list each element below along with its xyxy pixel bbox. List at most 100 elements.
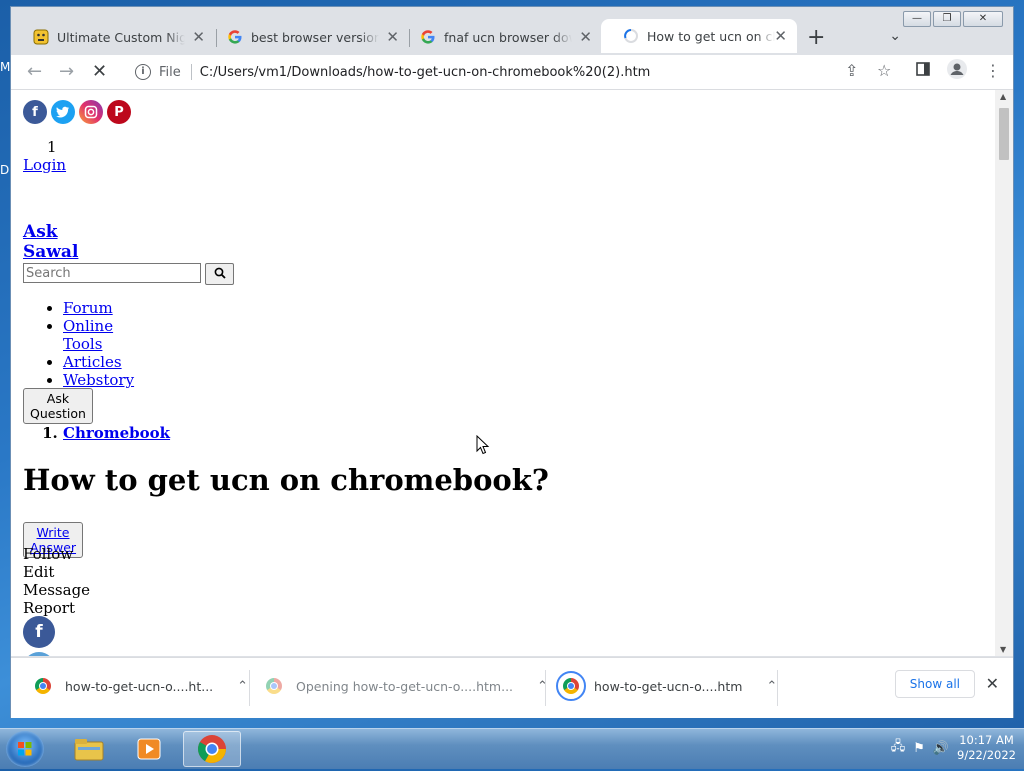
tab-search-chevron-icon[interactable]: ⌄ (889, 28, 901, 44)
download-progress-ring (556, 671, 586, 701)
clock[interactable]: 10:17 AM 9/22/2022 (957, 733, 1016, 763)
action-center-flag-icon[interactable]: ⚑ (913, 741, 925, 756)
nav-item-articles: Articles (63, 353, 134, 371)
system-tray: 🖧 ⚑ 🔊 10:17 AM 9/22/2022 (891, 733, 1016, 763)
address-bar[interactable]: i File C:/Users/vm1/Downloads/how-to-get… (123, 58, 903, 86)
nav-link[interactable]: Forum (63, 299, 113, 317)
site-nav-menu: Forum Online Tools Articles Webstory (23, 299, 134, 389)
pinterest-icon[interactable]: P (107, 100, 131, 124)
browser-toolbar: ← → ✕ i File C:/Users/vm1/Downloads/how-… (11, 55, 1013, 90)
google-icon (227, 29, 243, 45)
loading-spinner-icon (623, 28, 639, 44)
tab-label: Ultimate Custom Night | (57, 29, 185, 45)
chevron-up-icon[interactable]: ⌃ (537, 679, 548, 694)
back-arrow-icon[interactable]: ← (27, 61, 42, 82)
report-action[interactable]: Report (23, 599, 90, 617)
media-player-icon (137, 738, 161, 760)
tab-label: How to get ucn on chro (647, 28, 775, 44)
clock-date: 9/22/2022 (957, 748, 1016, 762)
search-icon (214, 267, 226, 279)
site-search (23, 263, 234, 285)
bookmark-star-icon[interactable]: ☆ (877, 61, 891, 80)
close-tab-icon[interactable]: ✕ (192, 28, 205, 46)
scroll-down-arrow-icon[interactable]: ▼ (1000, 645, 1006, 654)
twitter-icon[interactable] (51, 100, 75, 124)
share-icon[interactable]: ⇪ (845, 61, 858, 80)
volume-icon[interactable]: 🔊 (933, 741, 949, 756)
download-filename: how-to-get-ucn-o....htm (594, 678, 743, 694)
download-item[interactable]: how-to-get-ucn-o....ht... ⌃ (35, 658, 248, 714)
twitter-share-icon[interactable] (23, 652, 55, 656)
breadcrumb: Chromebook (23, 424, 170, 442)
site-brand-link[interactable]: Ask Sawal (23, 222, 78, 262)
page-scrollbar[interactable]: ▲ ▼ (995, 90, 1013, 656)
ucn-favicon-icon (33, 29, 49, 45)
stop-loading-icon[interactable]: ✕ (92, 61, 107, 82)
download-separator (249, 670, 250, 706)
tab-label: best browser version of (251, 29, 379, 45)
network-icon[interactable]: 🖧 (891, 737, 906, 759)
mouse-cursor-icon (476, 435, 490, 455)
facebook-share-icon[interactable]: f (23, 616, 55, 648)
social-links: f P (23, 100, 131, 124)
profile-avatar-icon[interactable] (947, 59, 967, 83)
download-filename: Opening how-to-get-ucn-o....htm... (296, 678, 514, 694)
windows-logo-icon (18, 742, 32, 756)
chrome-file-icon (266, 678, 282, 694)
download-item[interactable]: how-to-get-ucn-o....htm ⌃ (556, 658, 777, 714)
search-button[interactable] (205, 263, 234, 285)
download-shelf: how-to-get-ucn-o....ht... ⌃ Opening how-… (11, 657, 1013, 718)
nav-item-webstory: Webstory (63, 371, 134, 389)
nav-link[interactable]: Articles (63, 353, 122, 371)
windows-taskbar: 🖧 ⚑ 🔊 10:17 AM 9/22/2022 (0, 728, 1024, 769)
search-input[interactable] (23, 263, 201, 283)
info-icon[interactable]: i (135, 64, 151, 80)
chevron-up-icon[interactable]: ⌃ (766, 679, 777, 694)
scroll-thumb[interactable] (999, 108, 1009, 160)
tab-ultimate-custom-night[interactable]: Ultimate Custom Night | ✕ (11, 21, 215, 53)
google-icon (420, 29, 436, 45)
side-panel-icon[interactable] (916, 61, 930, 80)
chrome-file-icon (35, 678, 51, 694)
close-shelf-icon[interactable]: ✕ (986, 674, 999, 693)
download-item[interactable]: Opening how-to-get-ucn-o....htm... ⌃ (266, 658, 548, 714)
show-all-button[interactable]: Show all (894, 670, 975, 698)
message-action[interactable]: Message (23, 581, 90, 599)
count-text: 1 (47, 138, 57, 156)
instagram-icon[interactable] (79, 100, 103, 124)
browser-window: — ❐ ✕ Ultimate Custom Night | ✕ best bro… (10, 6, 1014, 718)
media-player-taskbar-button[interactable] (120, 731, 178, 767)
page-title: How to get ucn on chromebook? (23, 463, 549, 497)
new-tab-button[interactable]: + (807, 25, 825, 50)
tab-strip: Ultimate Custom Night | ✕ best browser v… (11, 19, 1013, 55)
nav-link[interactable]: Webstory (63, 371, 134, 389)
chrome-icon (198, 735, 226, 763)
desktop-icon-label: M (0, 60, 11, 74)
url-text[interactable]: C:/Users/vm1/Downloads/how-to-get-ucn-on… (200, 65, 651, 80)
login-link[interactable]: Login (23, 156, 66, 174)
facebook-icon[interactable]: f (23, 100, 47, 124)
ask-question-button[interactable]: Ask Question (23, 388, 93, 424)
scheme-label: File (159, 64, 181, 80)
follow-action[interactable]: Follow (23, 545, 90, 563)
tab-label: fnaf ucn browser downlo (444, 29, 572, 45)
nav-item-online-tools: Online Tools (63, 317, 134, 353)
chevron-up-icon[interactable]: ⌃ (237, 679, 248, 694)
breadcrumb-link[interactable]: Chromebook (63, 424, 170, 442)
tab-how-to-get-ucn[interactable]: How to get ucn on chro ✕ (601, 19, 797, 53)
chrome-taskbar-button[interactable] (183, 731, 241, 767)
download-separator (777, 670, 778, 706)
edit-action[interactable]: Edit (23, 563, 90, 581)
forward-arrow-icon[interactable]: → (59, 61, 74, 82)
start-button[interactable] (6, 731, 44, 767)
kebab-menu-icon[interactable]: ⋮ (985, 61, 1001, 80)
nav-link[interactable]: Online Tools (63, 317, 113, 353)
file-explorer-taskbar-button[interactable] (60, 731, 118, 767)
scroll-up-arrow-icon[interactable]: ▲ (1000, 92, 1006, 101)
tab-fnaf-ucn-browser-download[interactable]: fnaf ucn browser downlo ✕ (398, 21, 602, 53)
breadcrumb-item: Chromebook (63, 424, 170, 442)
tab-best-browser-version[interactable]: best browser version of ✕ (205, 21, 409, 53)
close-tab-icon[interactable]: ✕ (774, 27, 787, 45)
close-tab-icon[interactable]: ✕ (579, 28, 592, 46)
download-filename: how-to-get-ucn-o....ht... (65, 678, 214, 694)
